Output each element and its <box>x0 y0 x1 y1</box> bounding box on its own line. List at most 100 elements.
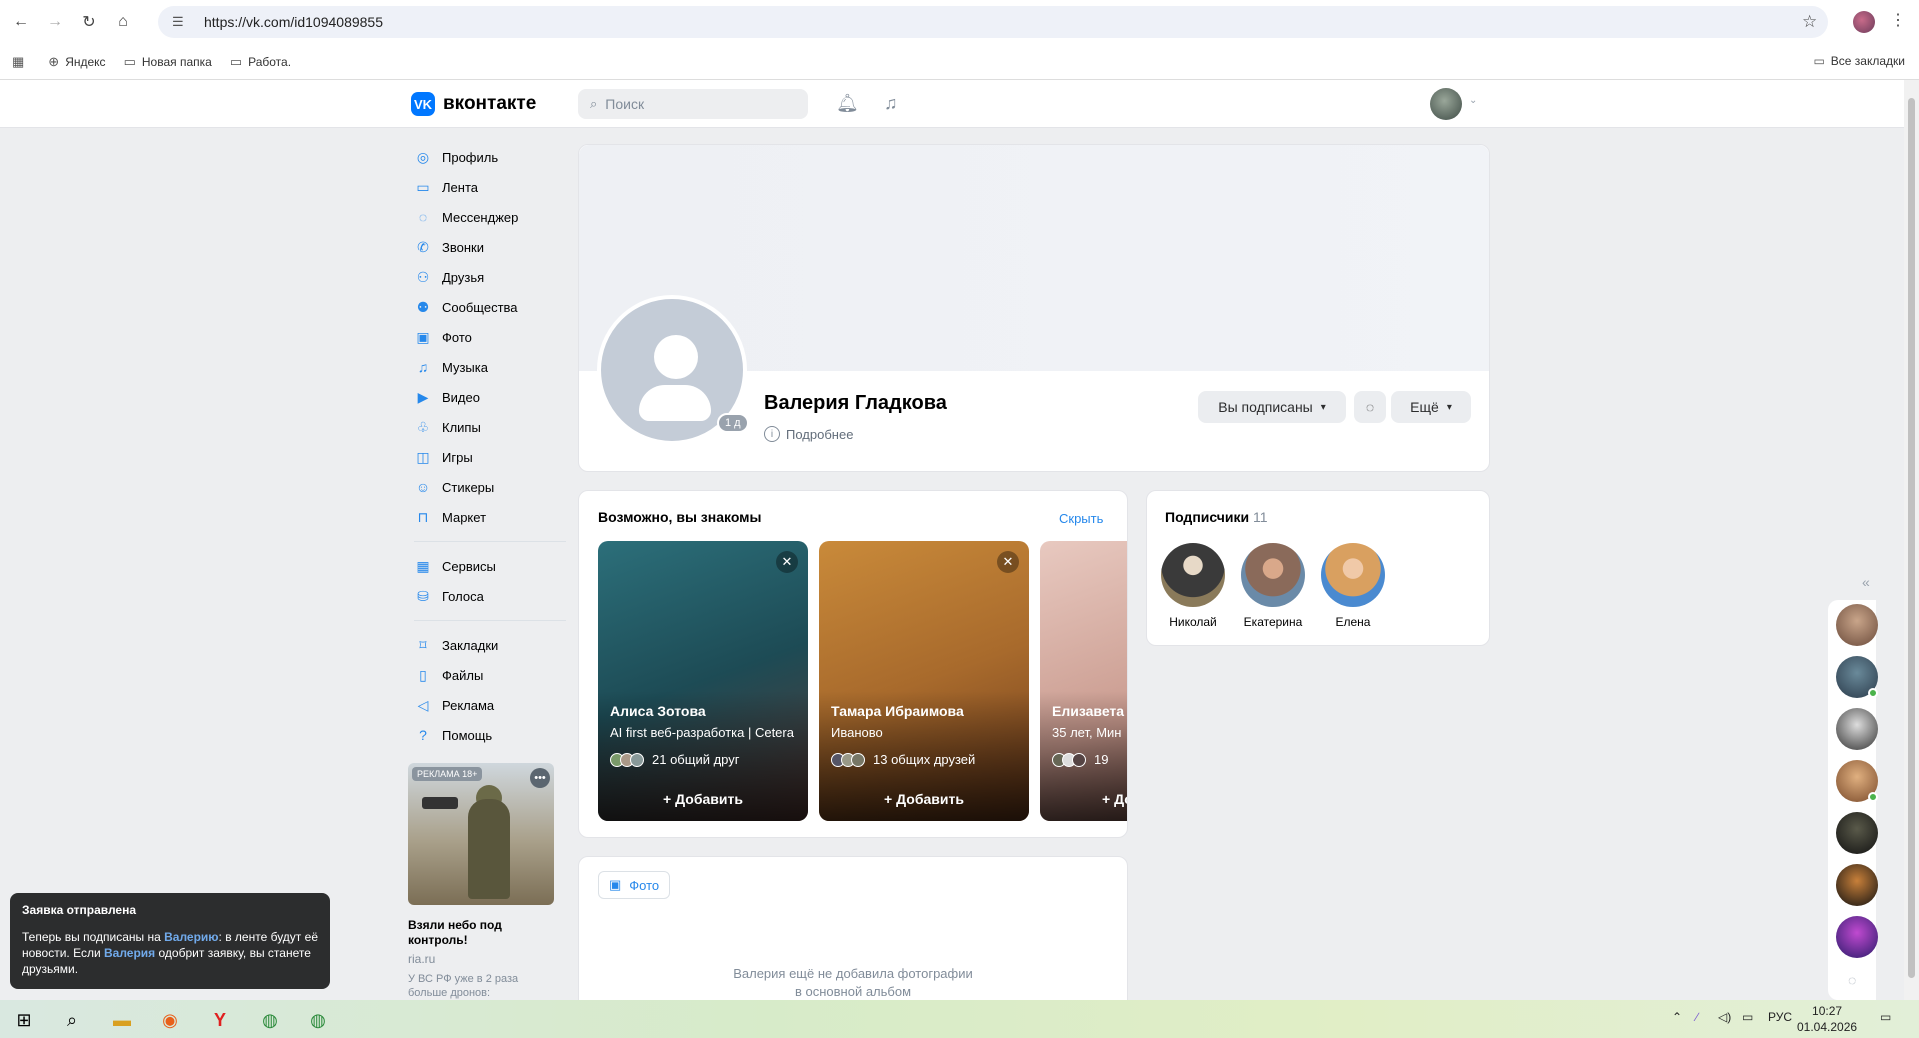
music-icon[interactable]: ♫ <box>884 93 898 114</box>
pen-icon[interactable]: ∕ <box>1696 1010 1698 1024</box>
chat-avatar[interactable] <box>1836 604 1878 646</box>
search-input[interactable]: ⌕ Поиск <box>578 89 808 119</box>
nav-item-photo[interactable]: ▣ Фото <box>414 322 566 352</box>
windows-start-icon[interactable]: ⊞ <box>12 1008 36 1032</box>
ad-image[interactable]: РЕКЛАМА 18+ ••• <box>408 763 554 905</box>
add-friend-button[interactable]: + Добавить <box>598 791 808 807</box>
mutual-friends: 13 общих друзей <box>831 752 975 767</box>
nav-item-messenger[interactable]: ◌ Мессенджер <box>414 202 566 232</box>
forward-icon[interactable]: → <box>42 9 68 35</box>
nav-item-games[interactable]: ◫ Игры <box>414 442 566 472</box>
subscriber-name[interactable]: Екатерина <box>1233 615 1313 629</box>
more-button[interactable]: Ещё ▾ <box>1391 391 1471 423</box>
nav-item-calls[interactable]: ✆ Звонки <box>414 232 566 262</box>
firefox-icon[interactable]: ◉ <box>158 1008 182 1032</box>
toast-link[interactable]: Валерию <box>164 930 218 944</box>
nav-item-friends[interactable]: ⚇ Друзья <box>414 262 566 292</box>
last-seen-badge: 1 д <box>717 413 749 433</box>
collapse-chats-icon[interactable]: « <box>1862 574 1870 590</box>
subscriber-avatar[interactable] <box>1161 543 1225 607</box>
subscriber-avatar[interactable] <box>1321 543 1385 607</box>
profile-details-link[interactable]: i Подробнее <box>764 426 853 442</box>
volume-icon[interactable]: ◁) <box>1718 1010 1731 1024</box>
chrome-icon[interactable]: ◍ <box>306 1008 330 1032</box>
close-icon[interactable]: ✕ <box>776 551 798 573</box>
chat-avatar[interactable] <box>1836 864 1878 906</box>
home-icon[interactable]: ⌂ <box>110 9 136 35</box>
chat-avatar[interactable] <box>1836 812 1878 854</box>
back-icon[interactable]: ← <box>8 9 34 35</box>
nav-item-votes[interactable]: ⛁ Голоса <box>414 581 566 611</box>
network-icon[interactable]: ▭ <box>1742 1010 1753 1024</box>
bookmark-work[interactable]: ▭ Работа. <box>230 54 291 70</box>
bookmark-icon: ⌑ <box>419 636 427 653</box>
hide-suggestions-link[interactable]: Скрыть <box>1059 511 1103 526</box>
subscribers-title[interactable]: Подписчики 11 <box>1165 509 1268 525</box>
photos-card: ▣ Фото Валерия ещё не добавила фотографи… <box>578 856 1128 1016</box>
chat-icon[interactable]: ◌ <box>1848 972 1856 988</box>
suggestion-subtitle: 35 лет, Мин <box>1052 725 1122 740</box>
add-friend-button[interactable]: + Добавить <box>1102 791 1127 807</box>
clock[interactable]: 10:27 01.04.2026 <box>1797 1003 1857 1035</box>
nav-item-stickers[interactable]: ☺ Стикеры <box>414 472 566 502</box>
photos-tab[interactable]: ▣ Фото <box>598 871 671 899</box>
yandex-browser-icon[interactable]: Y <box>208 1008 232 1032</box>
chevron-down-icon[interactable]: ⌄ <box>1469 95 1477 106</box>
browser-profile-avatar[interactable] <box>1853 11 1875 33</box>
suggestion-name: Тамара Ибраимова <box>831 703 964 719</box>
bookmark-star-icon[interactable]: ☆ <box>1802 12 1817 32</box>
folder-icon: ▭ <box>229 53 243 69</box>
nav-item-clips[interactable]: ♧ Клипы <box>414 412 566 442</box>
file-explorer-icon[interactable]: ▬ <box>110 1008 134 1032</box>
reload-icon[interactable]: ↻ <box>76 9 102 35</box>
bell-icon[interactable]: 🔔︎ <box>836 93 859 114</box>
subscriber-name[interactable]: Елена <box>1313 615 1393 629</box>
user-avatar[interactable] <box>1430 88 1462 120</box>
toast-title: Заявка отправлена <box>22 903 137 917</box>
suggestion-card[interactable]: ✕ Алиса Зотова AI first веб-разработка |… <box>598 541 808 821</box>
ad-description: У ВС РФ уже в 2 раза больше дронов: <box>408 973 519 999</box>
vk-logo[interactable]: VK вконтакте <box>411 92 536 116</box>
bookmark-yandex[interactable]: ⊕ Яндекс <box>48 54 105 70</box>
nav-item-services[interactable]: ▦ Сервисы <box>414 551 566 581</box>
site-settings-icon[interactable]: ☰ <box>172 14 190 30</box>
suggestion-card[interactable]: Елизавета Т 35 лет, Мин 19 + Добавить <box>1040 541 1127 821</box>
notifications-icon[interactable]: ▭ <box>1880 1010 1891 1024</box>
toast-link[interactable]: Валерия <box>104 946 155 960</box>
suggestion-card[interactable]: ✕ Тамара Ибраимова Иваново 13 общих друз… <box>819 541 1029 821</box>
bookmark-new-folder[interactable]: ▭ Новая папка <box>124 54 212 70</box>
nav-item-feed[interactable]: ▭ Лента <box>414 172 566 202</box>
more-icon[interactable]: ••• <box>530 768 550 788</box>
chat-avatar[interactable] <box>1836 708 1878 750</box>
nav-item-market[interactable]: ⊓ Маркет <box>414 502 566 532</box>
nav-item-bookmarks[interactable]: ⌑ Закладки <box>414 630 566 660</box>
nav-item-profile[interactable]: ◎ Профиль <box>414 142 566 172</box>
suggestions-title: Возможно, вы знакомы <box>598 509 762 525</box>
subscriber-name[interactable]: Николай <box>1153 615 1233 629</box>
nav-item-help[interactable]: ? Помощь <box>414 720 566 750</box>
subscriber-avatar[interactable] <box>1241 543 1305 607</box>
apps-icon[interactable]: ▦ <box>12 54 30 70</box>
all-bookmarks[interactable]: ▭ Все закладки <box>1813 54 1905 68</box>
add-friend-button[interactable]: + Добавить <box>819 791 1029 807</box>
browser-menu-icon[interactable]: ⋮ <box>1890 10 1906 30</box>
nav-item-communities[interactable]: ⚉ Сообщества <box>414 292 566 322</box>
page-scrollbar[interactable] <box>1904 80 1919 1000</box>
nav-item-music[interactable]: ♫ Музыка <box>414 352 566 382</box>
chat-avatar[interactable] <box>1836 916 1878 958</box>
nav-item-files[interactable]: ▯ Файлы <box>414 660 566 690</box>
ad-title[interactable]: Взяли небо под контроль! <box>408 918 558 948</box>
chevron-up-icon[interactable]: ⌃ <box>1672 1010 1682 1024</box>
nav-item-ads[interactable]: ◁ Реклама <box>414 690 566 720</box>
close-icon[interactable]: ✕ <box>997 551 1019 573</box>
language-indicator[interactable]: РУС <box>1768 1010 1792 1024</box>
subscribed-button[interactable]: Вы подписаны ▾ <box>1198 391 1346 423</box>
chrome-icon[interactable]: ◍ <box>258 1008 282 1032</box>
scrollbar-thumb[interactable] <box>1908 98 1915 978</box>
address-bar[interactable]: ☰ https://vk.com/id1094089855 <box>158 6 1828 38</box>
message-button[interactable]: ◌ <box>1354 391 1386 423</box>
nav-item-video[interactable]: ▶ Видео <box>414 382 566 412</box>
online-indicator <box>1868 792 1878 802</box>
search-icon[interactable]: ⌕ <box>60 1008 84 1032</box>
ad-source[interactable]: ria.ru <box>408 952 435 966</box>
